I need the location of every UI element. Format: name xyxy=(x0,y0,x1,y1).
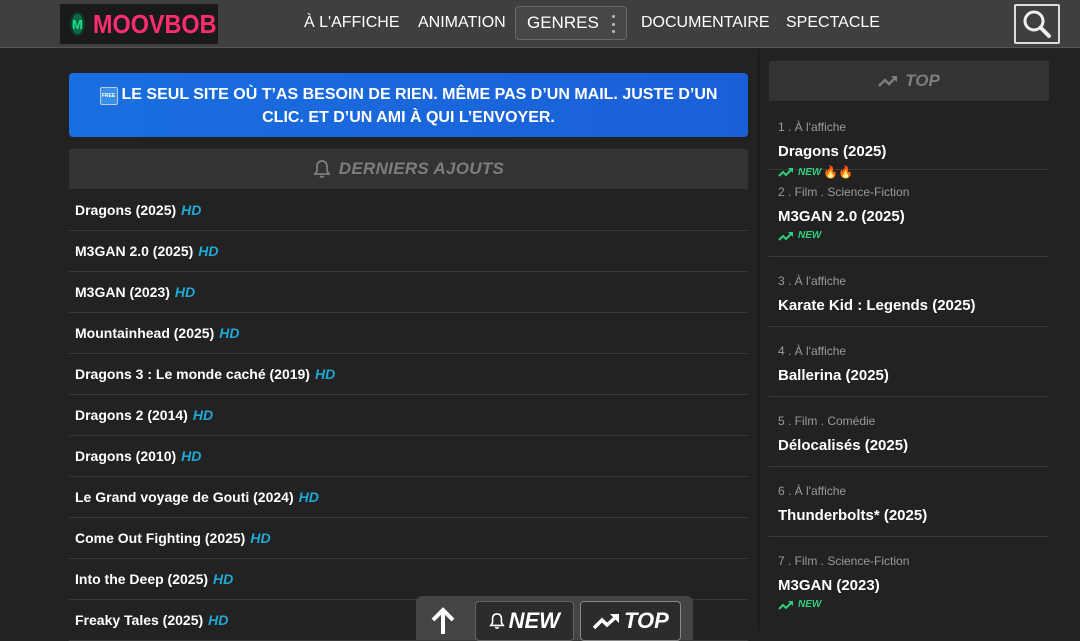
scroll-top-button[interactable] xyxy=(422,601,469,641)
top-list-item[interactable]: 7 . Film . Science-Fiction M3GAN (2023) … xyxy=(769,537,1049,617)
more-vertical-icon xyxy=(612,15,616,33)
top-item-category: 6 . À l'affiche xyxy=(778,484,847,498)
promo-banner: FREE LE SEUL SITE OÙ T’AS BESOIN DE RIEN.… xyxy=(69,73,748,137)
top-item-category: 1 . À l'affiche xyxy=(778,120,847,134)
hd-badge: HD xyxy=(219,325,240,341)
hd-badge: HD xyxy=(208,612,229,628)
top-item-category: 5 . Film . Comédie xyxy=(778,414,876,428)
top-list-item[interactable]: 5 . Film . Comédie Délocalisés (2025) xyxy=(769,397,1049,467)
top-section-header: TOP xyxy=(769,61,1049,101)
hd-badge: HD xyxy=(198,243,219,259)
movie-title: M3GAN 2.0 (2025) xyxy=(75,243,194,259)
movie-title: Dragons 2 (2014) xyxy=(75,407,188,423)
movie-title: Into the Deep (2025) xyxy=(75,571,209,587)
top-item-category: 2 . Film . Science-Fiction xyxy=(778,185,910,199)
top-button-label: TOP xyxy=(624,608,669,633)
top-navbar: M MOOVBOB À L'AFFICHE ANIMATION GENRES D… xyxy=(0,0,1080,48)
top-item-category: 4 . À l'affiche xyxy=(778,344,847,358)
genres-label: GENRES xyxy=(527,13,599,32)
top-list-item[interactable]: 3 . À l'affiche Karate Kid : Legends (20… xyxy=(769,257,1049,327)
nav-item-animation[interactable]: ANIMATION xyxy=(418,14,506,32)
nav-item-spectacle[interactable]: SPECTACLE xyxy=(786,14,880,32)
floating-nav-bar: NEW TOP xyxy=(416,596,693,641)
movie-title: M3GAN (2023) xyxy=(75,284,170,300)
search-icon xyxy=(1023,10,1051,38)
top-button[interactable]: TOP xyxy=(579,601,681,641)
list-item[interactable]: Dragons (2010) HD xyxy=(69,436,748,477)
list-item[interactable]: M3GAN 2.0 (2025) HD xyxy=(69,231,748,272)
latest-section-header: DERNIERS AJOUTS xyxy=(69,149,748,189)
arrow-up-icon xyxy=(431,607,455,634)
list-item[interactable]: Dragons (2025) HD xyxy=(69,190,748,231)
hd-badge: HD xyxy=(213,571,234,587)
movie-title: Le Grand voyage de Gouti (2024) xyxy=(75,489,294,505)
latest-section-title: DERNIERS AJOUTS xyxy=(338,159,505,178)
hd-badge: HD xyxy=(314,366,336,382)
logo-text: MOOVBOB xyxy=(92,8,217,39)
top-list-item[interactable]: 6 . À l'affiche Thunderbolts* (2025) xyxy=(769,467,1049,537)
hd-badge: HD xyxy=(181,448,202,464)
list-item[interactable]: Dragons 2 (2014) HD xyxy=(69,395,748,436)
hd-badge: HD xyxy=(181,202,202,218)
nav-genres-dropdown[interactable]: GENRES xyxy=(515,6,627,40)
top-list: 1 . À l'affiche Dragons (2025) NEW 🔥🔥 2 .… xyxy=(769,106,1049,617)
top-item-title: Ballerina (2025) xyxy=(778,367,889,384)
movie-title: Dragons 3 : Le monde caché (2019) xyxy=(75,366,310,382)
top-list-item[interactable]: 4 . À l'affiche Ballerina (2025) xyxy=(769,327,1049,397)
site-logo[interactable]: M MOOVBOB xyxy=(60,4,218,44)
movie-title: Come Out Fighting (2025) xyxy=(75,530,246,546)
top-item-category: 7 . Film . Science-Fiction xyxy=(778,554,910,568)
top-list-item[interactable]: 1 . À l'affiche Dragons (2025) NEW 🔥🔥 xyxy=(769,106,1049,179)
latest-list: Dragons (2025) HD M3GAN 2.0 (2025) HD M3GA… xyxy=(69,190,748,641)
list-item[interactable]: Dragons 3 : Le monde caché (2019) HD xyxy=(69,354,748,395)
trending-up-icon xyxy=(878,76,898,87)
hd-badge: HD xyxy=(174,284,196,300)
new-button-label: NEW xyxy=(508,608,560,633)
search-button[interactable] xyxy=(1014,4,1060,44)
hd-badge: HD xyxy=(298,489,319,505)
free-badge-icon: FREE xyxy=(99,87,118,105)
list-item[interactable]: Mountainhead (2025) HD xyxy=(69,313,748,354)
top-item-title: Dragons (2025) xyxy=(778,143,887,160)
nav-item-a-laffiche[interactable]: À L'AFFICHE xyxy=(304,14,400,32)
movie-title: Freaky Tales (2025) xyxy=(75,612,204,628)
top-item-title: M3GAN 2.0 (2025) xyxy=(778,208,905,225)
top-item-title: Délocalisés (2025) xyxy=(778,437,909,454)
movie-title: Dragons (2010) xyxy=(75,448,177,464)
trending-up-icon xyxy=(592,614,620,630)
top-section-title: TOP xyxy=(905,71,940,90)
list-item[interactable]: Le Grand voyage de Gouti (2024) HD xyxy=(69,477,748,518)
movie-title: Dragons (2025) xyxy=(75,202,177,218)
trending-up-icon xyxy=(778,231,793,241)
nav-item-documentaire[interactable]: DOCUMENTAIRE xyxy=(641,14,770,32)
top-list-item[interactable]: 2 . Film . Science-Fiction M3GAN 2.0 (20… xyxy=(769,170,1049,257)
top-item-title: M3GAN (2023) xyxy=(778,577,880,594)
bell-icon xyxy=(313,160,331,178)
new-button[interactable]: NEW xyxy=(474,601,574,641)
top-item-title: Thunderbolts* (2025) xyxy=(778,507,928,524)
top-item-category: 3 . À l'affiche xyxy=(778,274,847,288)
hd-badge: HD xyxy=(250,530,271,546)
list-item[interactable]: Come Out Fighting (2025) HD xyxy=(69,518,748,559)
new-tag: NEW xyxy=(778,230,1049,241)
top-item-title: Karate Kid : Legends (2025) xyxy=(778,297,976,314)
logo-badge: M xyxy=(70,12,85,36)
new-tag: NEW xyxy=(778,599,1049,610)
trending-up-icon xyxy=(778,600,793,610)
banner-text: LE SEUL SITE OÙ T’AS BESOIN DE RIEN. MÊM… xyxy=(121,86,718,126)
hd-badge: HD xyxy=(192,407,214,423)
column-divider xyxy=(758,49,760,630)
bell-icon xyxy=(488,613,505,629)
list-item[interactable]: Into the Deep (2025) HD xyxy=(69,559,748,600)
list-item[interactable]: M3GAN (2023) HD xyxy=(69,272,748,313)
movie-title: Mountainhead (2025) xyxy=(75,325,215,341)
